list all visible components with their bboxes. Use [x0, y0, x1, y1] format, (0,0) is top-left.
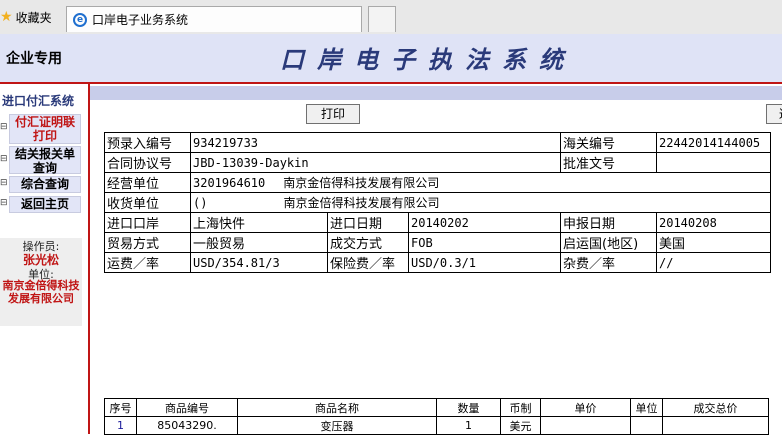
freight-label: 运费／率: [104, 252, 191, 273]
goods-header-cell: 商品编号: [136, 398, 238, 417]
consignee-name: 南京金倍得科技发展有限公司: [283, 196, 440, 210]
sidebar-item-label: 付汇证明联打印: [9, 114, 81, 144]
system-title: 口岸电子执法系统: [280, 45, 576, 74]
customs-no-label: 海关编号: [560, 132, 657, 153]
print-button[interactable]: 打印: [306, 104, 360, 124]
contract-label: 合同协议号: [104, 152, 191, 173]
consignee-code: (): [193, 196, 208, 210]
sidebar-item-label: 综合查询: [9, 176, 81, 193]
origin-value: 美国: [656, 232, 771, 253]
expand-icon: ⊟: [0, 122, 8, 132]
operator-unit-value: 3201964610 南京金倍得科技发展有限公司: [190, 172, 771, 193]
goods-header-cell: 数量: [436, 398, 501, 417]
deal-mode-label: 成交方式: [327, 232, 409, 253]
declaration-info-table: 预录入编号 934219733 海关编号 22442014144005 合同协议…: [104, 132, 771, 273]
import-date-value: 20140202: [408, 212, 561, 233]
table-row: 1 85043290. 变压器 1 美元: [104, 416, 769, 435]
operator-panel: 操作员: 张光松 单位: 南京金倍得科技发展有限公司: [0, 238, 82, 326]
goods-cell: 1: [436, 416, 501, 435]
misc-label: 杂费／率: [560, 252, 657, 273]
sidebar-item-label: 返回主页: [9, 196, 81, 213]
goods-header-cell: 单位: [630, 398, 663, 417]
goods-header-row: 序号 商品编号 商品名称 数量 币制 单价 单位 成交总价: [104, 398, 769, 417]
port-label: 进口口岸: [104, 212, 191, 233]
trade-mode-label: 贸易方式: [104, 232, 191, 253]
pre-entry-value: 934219733: [190, 132, 561, 153]
goods-cell: 1: [104, 416, 137, 435]
freight-value: USD/354.81/3: [190, 252, 328, 273]
favorites-button[interactable]: ★ 收藏夹: [0, 6, 52, 28]
ie-icon: e: [73, 12, 87, 27]
goods-header-cell: 商品名称: [237, 398, 437, 417]
page-header: 企业专用 口岸电子执法系统: [0, 34, 782, 82]
tab-title: 口岸电子业务系统: [92, 13, 189, 27]
consignee-value: () 南京金倍得科技发展有限公司: [190, 192, 771, 213]
expand-icon: ⊟: [0, 154, 8, 164]
expand-icon: ⊟: [0, 178, 8, 188]
declare-date-value: 20140208: [656, 212, 771, 233]
origin-label: 启运国(地区): [560, 232, 657, 253]
return-button[interactable]: 返: [766, 104, 782, 124]
goods-cell: [540, 416, 631, 435]
expand-icon: ⊟: [0, 198, 8, 208]
unit-name: 南京金倍得科技发展有限公司: [2, 279, 80, 305]
goods-cell: 美元: [500, 416, 541, 435]
content-top-strip: [90, 86, 782, 100]
insurance-label: 保险费／率: [327, 252, 409, 273]
operator-unit-label: 经营单位: [104, 172, 191, 193]
star-icon: ★: [0, 9, 13, 25]
new-tab-button[interactable]: [368, 6, 396, 32]
sidebar-item-label: 结关报关单查询: [9, 146, 81, 175]
approval-label: 批准文号: [560, 152, 657, 173]
customs-no-value: 22442014144005: [656, 132, 771, 153]
consignee-label: 收货单位: [104, 192, 191, 213]
goods-header-cell: 成交总价: [662, 398, 769, 417]
goods-header-cell: 单价: [540, 398, 631, 417]
deal-mode-value: FOB: [408, 232, 561, 253]
goods-table: 序号 商品编号 商品名称 数量 币制 单价 单位 成交总价 1 85043290…: [104, 398, 769, 435]
goods-cell: [662, 416, 769, 435]
browser-tab-bar: ★ 收藏夹 e 口岸电子业务系统: [0, 0, 782, 35]
corp-label: 企业专用: [6, 51, 62, 67]
approval-value: [656, 152, 771, 173]
pre-entry-label: 预录入编号: [104, 132, 191, 153]
port-value: 上海快件: [190, 212, 328, 233]
import-date-label: 进口日期: [327, 212, 409, 233]
browser-tab-active[interactable]: e 口岸电子业务系统: [66, 6, 362, 32]
header-divider: [0, 82, 782, 84]
operator-unit-name: 南京金倍得科技发展有限公司: [283, 176, 440, 190]
sidebar-title: 进口付汇系统: [2, 94, 75, 108]
declare-date-label: 申报日期: [560, 212, 657, 233]
operator-unit-code: 3201964610: [193, 176, 266, 190]
sidebar: 进口付汇系统 ⊟ 付汇证明联打印 ⊟ 结关报关单查询 ⊟ 综合查询 ⊟ 返回主页…: [0, 84, 90, 434]
goods-header-cell: 序号: [104, 398, 137, 417]
goods-cell: 85043290.: [136, 416, 238, 435]
trade-mode-value: 一般贸易: [190, 232, 328, 253]
goods-header-cell: 币制: [500, 398, 541, 417]
insurance-value: USD/0.3/1: [408, 252, 561, 273]
contract-value: JBD-13039-Daykin: [190, 152, 561, 173]
misc-value: //: [656, 252, 771, 273]
goods-cell: 变压器: [237, 416, 437, 435]
favorites-label: 收藏夹: [15, 10, 52, 25]
goods-cell: [630, 416, 663, 435]
